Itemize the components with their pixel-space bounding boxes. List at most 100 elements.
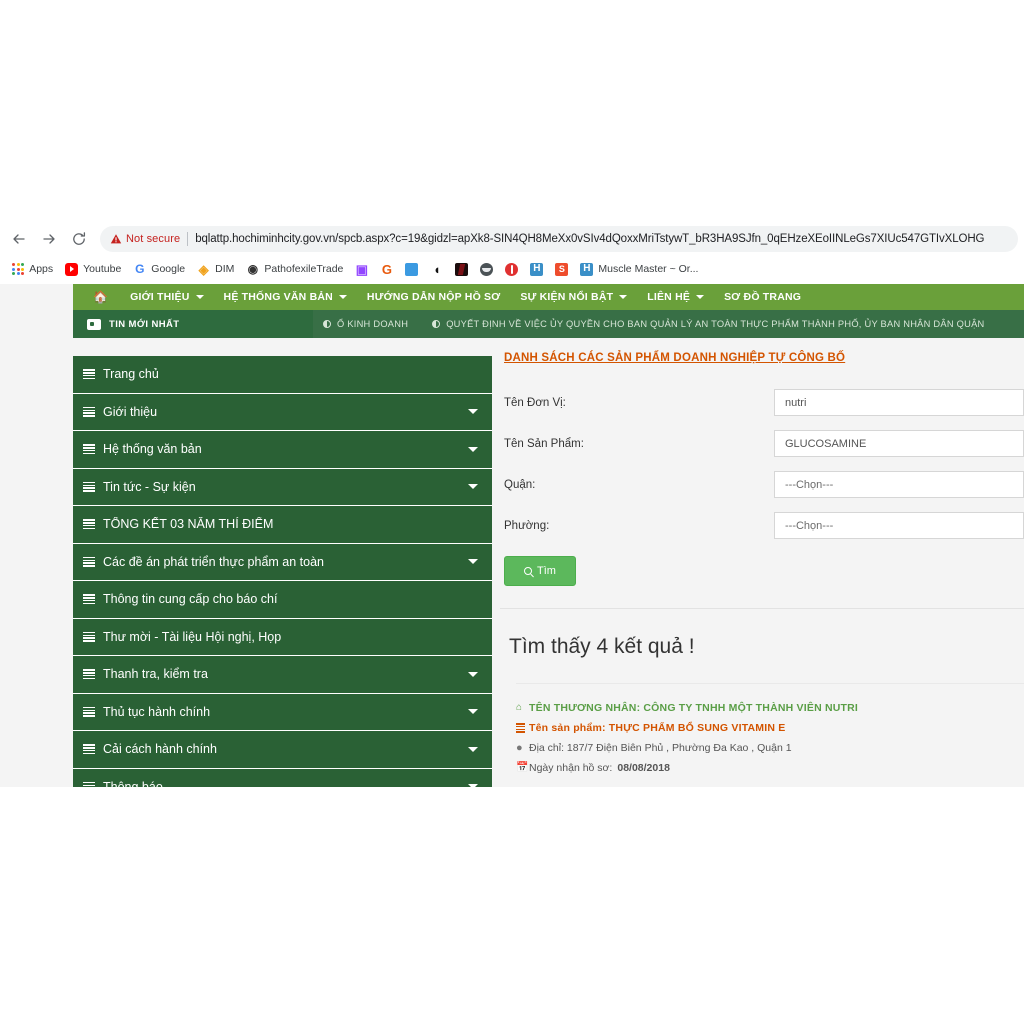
chevron-down-icon[interactable]	[468, 446, 478, 452]
bookmark-dim[interactable]: ◈ DIM	[191, 259, 240, 279]
nav-home-button[interactable]: 🏠	[87, 284, 120, 310]
sidebar-item-label: Thanh tra, kiểm tra	[103, 667, 208, 682]
nav-label: SỰ KIỆN NỔI BẬT	[520, 291, 614, 303]
chevron-down-icon[interactable]	[468, 409, 478, 415]
ten-san-pham-input[interactable]: GLUCOSAMINE	[774, 430, 1024, 457]
sidebar-item-cac-de-an-phat-trien[interactable]: Các đề án phát triển thực phẩm an toàn	[73, 543, 492, 581]
list-icon	[83, 556, 95, 567]
list-icon	[516, 723, 529, 733]
gray-circle-icon	[480, 262, 494, 276]
url-text: bqlattp.hochiminhcity.gov.vn/spcb.aspx?c…	[195, 233, 985, 245]
bookmark-apps[interactable]: Apps	[6, 259, 59, 279]
bookmark-h-site[interactable]: H	[524, 259, 549, 279]
field-label: Tên Sản Phẩm:	[504, 437, 584, 450]
sidebar-item-trang-chu[interactable]: Trang chủ	[73, 356, 492, 394]
form-row-ten-don-vi: Tên Đơn Vị: nutri	[504, 382, 1024, 423]
sidebar-item-thu-tuc-hanh-chinh[interactable]: Thủ tục hành chính	[73, 693, 492, 731]
address-bar[interactable]: Not secure bqlattp.hochiminhcity.gov.vn/…	[100, 226, 1018, 252]
not-secure-label: Not secure	[126, 233, 181, 245]
search-form: Tên Đơn Vị: nutri Tên Sản Phẩm: GLUCOSAM…	[500, 382, 1024, 586]
sidebar-item-label: Tin tức - Sự kiện	[103, 479, 196, 494]
bookmark-twitch[interactable]: ▣	[349, 259, 374, 279]
chevron-down-icon	[696, 295, 705, 299]
bookmark-gray-site[interactable]	[474, 259, 499, 279]
ticker-badge-label: TIN MỚI NHẤT	[109, 318, 180, 330]
bookmark-label: PathofexileTrade	[264, 263, 344, 275]
form-row-quan: Quận: ---Chọn---	[504, 464, 1024, 505]
bookmark-red-site[interactable]	[499, 259, 524, 279]
bookmark-google[interactable]: G Google	[127, 259, 191, 279]
sidebar-item-tong-ket-03-nam-thi-diem[interactable]: TỔNG KẾT 03 NĂM THÍ ĐIỂM	[73, 506, 492, 544]
page-body: Trang chủ Giới thiệu Hệ thống văn bản Ti…	[0, 338, 1024, 787]
sidebar-item-he-thong-van-ban[interactable]: Hệ thống văn bản	[73, 431, 492, 469]
nav-item-gioi-thieu[interactable]: GIỚI THIỆU	[120, 284, 213, 310]
page-title: DANH SÁCH CÁC SẢN PHẨM DOANH NGHIỆP TỰ C…	[504, 352, 846, 364]
bookmark-grammarly[interactable]: G	[374, 259, 399, 279]
omnibox-row: Not secure bqlattp.hochiminhcity.gov.vn/…	[0, 222, 1024, 256]
ten-don-vi-input[interactable]: nutri	[774, 389, 1024, 416]
ticker-item[interactable]: Ổ KINH DOANH	[323, 319, 408, 329]
bullet-icon	[323, 320, 331, 328]
blue-square-icon	[405, 262, 419, 276]
apps-grid-icon	[12, 262, 25, 276]
map-pin-icon: ●	[516, 741, 523, 754]
bookmark-shopee[interactable]: S	[549, 259, 574, 279]
result-address: Địa chỉ: 187/7 Điện Biên Phủ , Phường Đa…	[529, 742, 792, 754]
search-button[interactable]: Tìm	[504, 556, 576, 586]
nav-item-he-thong-van-ban[interactable]: HỆ THỐNG VĂN BẢN	[214, 284, 357, 310]
back-arrow-icon[interactable]	[6, 226, 32, 252]
bookmark-label: Apps	[29, 263, 54, 275]
eye-icon: ◉	[247, 262, 259, 276]
sidebar-item-thong-bao[interactable]: Thông báo	[73, 768, 492, 787]
chevron-down-icon[interactable]	[468, 746, 478, 752]
phuong-select[interactable]: ---Chọn---	[774, 512, 1024, 539]
quan-select[interactable]: ---Chọn---	[774, 471, 1024, 498]
chevron-down-icon[interactable]	[468, 484, 478, 490]
ticker-item-label: Ổ KINH DOANH	[337, 319, 409, 329]
result-card[interactable]: ⌂ TÊN THƯƠNG NHÂN: CÔNG TY TNHH MỘT THÀN…	[516, 702, 1024, 774]
omnibox-divider	[187, 232, 189, 246]
chevron-down-icon[interactable]	[468, 671, 478, 677]
nav-label: HỆ THỐNG VĂN BẢN	[223, 291, 333, 303]
ticker-items: Ổ KINH DOANH QUYẾT ĐỊNH VỀ VIỆC ỦY QUYỀN…	[313, 310, 1024, 338]
bookmark-youtube[interactable]: Youtube	[59, 259, 127, 279]
bookmark-dark-site[interactable]	[449, 259, 474, 279]
bookmark-pathofexile-trade[interactable]: ◉ PathofexileTrade	[240, 259, 349, 279]
sidebar-item-thu-moi-tai-lieu[interactable]: Thư mời - Tài liệu Hội nghị, Họp	[73, 618, 492, 656]
chevron-down-icon[interactable]	[468, 559, 478, 565]
chevron-down-icon[interactable]	[468, 709, 478, 715]
calendar-icon: 📅	[516, 762, 529, 773]
nav-label: SƠ ĐỒ TRANG	[724, 291, 802, 303]
nav-item-su-kien-noi-bat[interactable]: SỰ KIỆN NỔI BẬT	[510, 284, 637, 310]
bullet-icon	[432, 320, 441, 328]
chevron-down-icon	[195, 295, 204, 299]
forward-arrow-icon[interactable]	[36, 226, 62, 252]
reload-icon[interactable]	[66, 226, 92, 252]
field-label: Quận:	[504, 478, 536, 491]
bookmark-blue-site[interactable]	[399, 259, 424, 279]
dark-red-icon	[455, 262, 469, 276]
sidebar-item-label: Thủ tục hành chính	[103, 704, 211, 719]
ticker-badge: TIN MỚI NHẤT	[73, 310, 313, 338]
chevron-down-icon[interactable]	[468, 784, 478, 787]
nav-item-huong-dan-nop-ho-so[interactable]: HƯỚNG DẪN NỘP HỒ SƠ	[357, 284, 511, 310]
list-icon	[83, 744, 95, 755]
list-icon	[83, 781, 95, 787]
nav-item-lien-he[interactable]: LIÊN HỆ	[637, 284, 714, 310]
sidebar-item-label: TỔNG KẾT 03 NĂM THÍ ĐIỂM	[103, 517, 274, 532]
form-row-ten-san-pham: Tên Sản Phẩm: GLUCOSAMINE	[504, 423, 1024, 464]
section-divider	[500, 608, 1024, 609]
bookmark-crescent-site[interactable]: ◖	[424, 259, 449, 279]
ticker-item[interactable]: QUYẾT ĐỊNH VỀ VIỆC ỦY QUYỀN CHO BAN QUẢN…	[432, 319, 984, 329]
nav-item-so-do-trang[interactable]: SƠ ĐỒ TRANG	[714, 284, 811, 310]
sidebar-item-gioi-thieu[interactable]: Giới thiệu	[73, 393, 492, 431]
sidebar-item-cai-cach-hanh-chinh[interactable]: Cải cách hành chính	[73, 731, 492, 769]
result-date-value: 08/08/2018	[617, 762, 670, 774]
list-icon	[83, 669, 95, 680]
dim-diamond-icon: ◈	[198, 261, 209, 277]
sidebar-item-label: Cải cách hành chính	[103, 742, 217, 757]
bookmark-muscle-master[interactable]: H Muscle Master ~ Or...	[574, 259, 704, 279]
sidebar-item-thanh-tra-kiem-tra[interactable]: Thanh tra, kiểm tra	[73, 656, 492, 694]
sidebar-item-thong-tin-bao-chi[interactable]: Thông tin cung cấp cho báo chí	[73, 581, 492, 619]
sidebar-item-tin-tuc-su-kien[interactable]: Tin tức - Sự kiện	[73, 468, 492, 506]
